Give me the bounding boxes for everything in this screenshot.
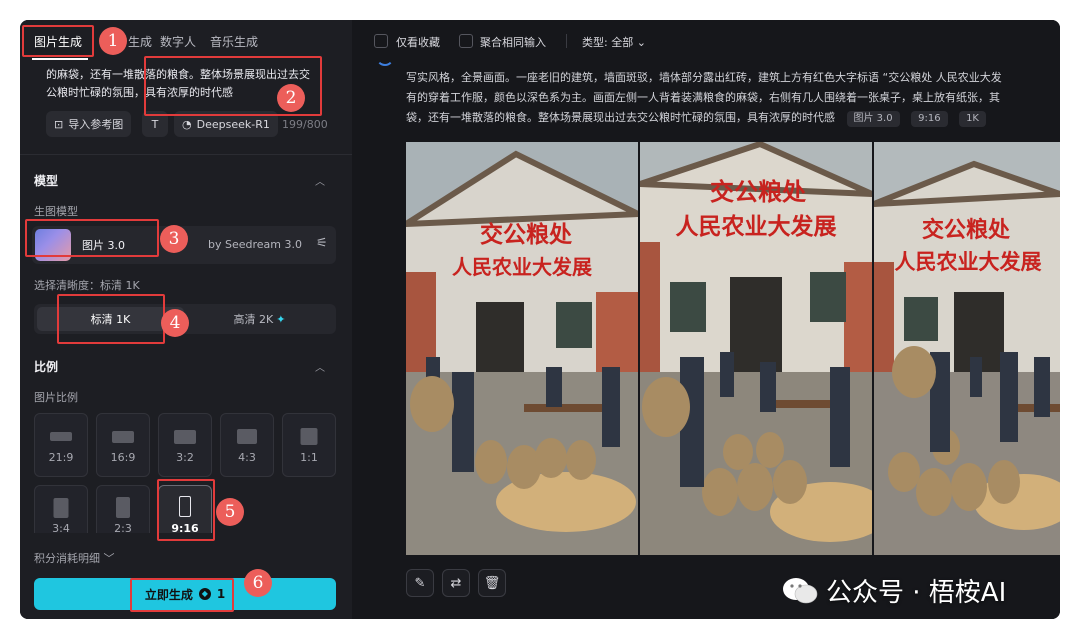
regenerate-icon[interactable]: ⇄ (442, 569, 470, 597)
slogan-line-2: 人民农业大发展 (452, 255, 592, 279)
ratio-shape-icon (116, 497, 130, 518)
favorites-label[interactable]: 仅看收藏 (396, 34, 440, 50)
results-toolbar: 仅看收藏 聚合相同输入 类型: 全部 ⌄ (358, 20, 1060, 62)
step-badge-2: 2 (277, 84, 305, 112)
ratio-2-3[interactable]: 2:3 (96, 485, 150, 533)
active-tab-indicator (32, 58, 88, 60)
generated-image-2[interactable]: 交公粮处 人民农业大发展 (640, 142, 872, 555)
step-badge-5: 5 (216, 498, 244, 526)
ratio-16-9[interactable]: 16:9 (96, 413, 150, 477)
chevron-down-icon: ﹀ (103, 552, 115, 565)
sparkle-icon: ✦ (276, 312, 286, 326)
model-provider: by Seedream 3.0 (208, 238, 302, 251)
highlight-box-5 (157, 479, 215, 541)
model-label: 生图模型 (34, 205, 78, 218)
model-section-title: 模型 (34, 174, 59, 188)
collapse-chevron-icon[interactable]: ︿ (315, 359, 325, 374)
ratio-shape-icon (112, 431, 134, 443)
ratio-shape-icon (237, 429, 257, 444)
divider (566, 34, 567, 48)
merge-checkbox[interactable] (459, 34, 473, 48)
chevron-down-icon: ⌄ (636, 36, 646, 49)
ratio-21-9[interactable]: 21:9 (34, 413, 88, 477)
slogan-line-1: 交公粮处 (710, 177, 806, 206)
ratio-3-4[interactable]: 3:4 (34, 485, 88, 533)
step-badge-1: 1 (99, 27, 127, 55)
tab-music-gen[interactable]: 音乐生成 (210, 33, 258, 50)
tag-quality: 1K (959, 111, 986, 127)
ratio-shape-icon (300, 428, 318, 445)
ratio-shape-icon (174, 430, 196, 444)
ratio-shape-icon (50, 432, 72, 441)
results-panel: 仅看收藏 聚合相同输入 类型: 全部 ⌄ 写实风格，全景画面。一座老旧的建筑，墙… (358, 20, 1060, 619)
type-filter-dropdown[interactable]: 类型: 全部 ⌄ (582, 34, 646, 50)
quality-label: 选择清晰度：标清 1K (34, 279, 140, 292)
import-reference-label: 导入参考图 (68, 118, 124, 131)
loading-spinner-icon (376, 48, 394, 66)
ratio-shape-icon (53, 498, 69, 518)
quality-hd-button[interactable]: 高清 2K ✦ (186, 307, 333, 331)
settings-sliders-icon[interactable]: ⚟ (316, 236, 328, 251)
favorites-checkbox[interactable] (374, 34, 388, 48)
collapse-chevron-icon[interactable]: ︿ (315, 173, 325, 188)
step-badge-6: 6 (244, 569, 272, 597)
merge-label[interactable]: 聚合相同输入 (480, 34, 546, 50)
ratio-1-1[interactable]: 1:1 (282, 413, 336, 477)
import-reference-button[interactable]: ⊡ 导入参考图 (46, 111, 132, 137)
highlight-box-4 (57, 294, 165, 344)
watermark-text: 公众号 · 梧桉AI (826, 578, 1007, 608)
slogan-line-1: 交公粮处 (480, 221, 572, 248)
edit-pencil-icon[interactable]: ✎ (406, 569, 434, 597)
slogan-line-2: 人民农业大发展 (676, 213, 837, 240)
slogan-line-2: 人民农业大发展 (895, 249, 1042, 274)
image-illustration: 交公粮处 人民农业大发展 (406, 142, 638, 555)
generated-image-3[interactable]: 交公粮处 人民农业大发展 (874, 142, 1060, 555)
wechat-logo-icon (783, 577, 818, 603)
generated-image-1[interactable]: 交公粮处 人民农业大发展 (406, 142, 638, 555)
ratio-label: 图片比例 (34, 391, 78, 404)
result-prompt: 写实风格，全景画面。一座老旧的建筑，墙面斑驳，墙体部分露出红砖，建筑上方有红色大… (406, 68, 1060, 128)
highlight-box-3 (25, 219, 159, 257)
char-counter: 199/800 (282, 118, 328, 131)
watermark: 公众号 · 梧桉AI (782, 572, 1006, 609)
delete-trash-icon[interactable]: 🗑 (478, 569, 506, 597)
highlight-box-6 (130, 578, 234, 612)
deepseek-label: Deepseek-R1 (196, 117, 270, 131)
step-badge-4: 4 (161, 309, 189, 337)
text-format-icon: T (151, 117, 159, 131)
divider (20, 154, 352, 155)
highlight-box-1 (22, 25, 94, 57)
tag-model: 图片 3.0 (846, 111, 900, 127)
image-illustration: 交公粮处 人民农业大发展 (640, 142, 872, 555)
credits-detail-toggle[interactable]: 积分消耗明细 ﹀ (34, 550, 115, 566)
tab-video-gen[interactable]: 生成 (128, 33, 152, 50)
tag-ratio: 9:16 (911, 111, 948, 127)
deepseek-icon: ◔ (182, 117, 192, 131)
ratio-4-3[interactable]: 4:3 (220, 413, 274, 477)
ratio-3-2[interactable]: 3:2 (158, 413, 212, 477)
ratio-section-title: 比例 (34, 360, 59, 374)
generated-images: 交公粮处 人民农业大发展 交公粮处 人民农业大发展 交公粮处 人民农业大发展 (406, 142, 1060, 555)
image-illustration: 交公粮处 人民农业大发展 (874, 142, 1060, 555)
image-import-icon: ⊡ (54, 117, 64, 131)
step-badge-3: 3 (160, 225, 188, 253)
tab-digital-human[interactable]: 数字人 (160, 33, 196, 50)
slogan-line-1: 交公粮处 (922, 217, 1010, 243)
